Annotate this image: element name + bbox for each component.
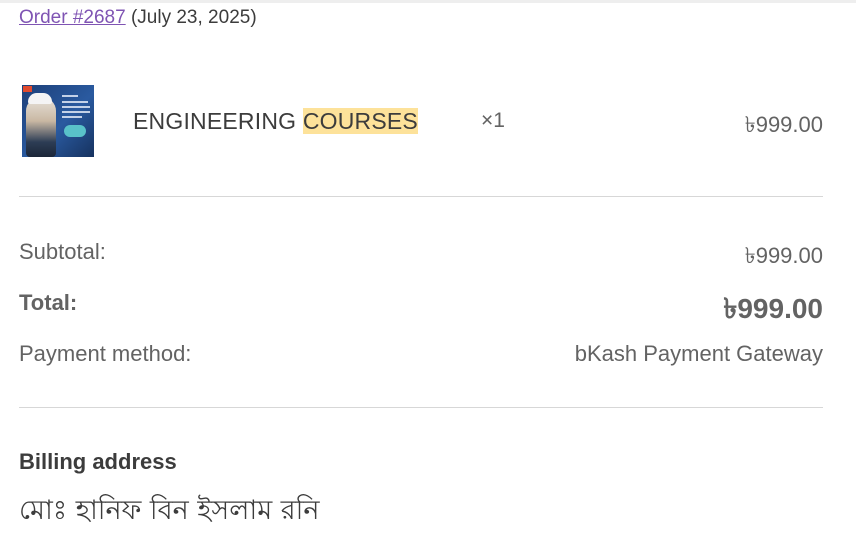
hard-hat-icon	[28, 93, 52, 104]
divider	[19, 196, 823, 197]
product-name-highlight: COURSES	[302, 108, 418, 134]
billing-name: মোঃ হানিফ বিন ইসলাম রনি	[19, 495, 320, 526]
thumb-text-line	[62, 95, 78, 97]
top-border	[0, 0, 856, 3]
product-name: ENGINEERING COURSES	[133, 108, 418, 135]
order-number-link[interactable]: Order #2687	[19, 7, 126, 28]
thumb-text-line	[62, 106, 90, 108]
order-header: Order #2687 (July 23, 2025)	[19, 7, 257, 29]
divider	[19, 407, 823, 408]
logo-icon	[23, 86, 32, 92]
item-quantity: ×1	[481, 109, 505, 132]
total-label: Total:	[19, 290, 78, 315]
total-value: ৳999.00	[723, 293, 823, 324]
product-name-text: ENGINEERING	[133, 108, 297, 134]
order-date: (July 23, 2025)	[130, 7, 257, 28]
payment-method-value: bKash Payment Gateway	[574, 341, 823, 366]
payment-method-label: Payment method:	[19, 341, 192, 366]
product-thumbnail[interactable]	[22, 85, 94, 157]
thumb-badge-pill	[64, 125, 86, 137]
subtotal-value: ৳999.00	[744, 243, 823, 268]
order-item-row: ENGINEERING COURSES ×1 ৳999.00	[19, 80, 823, 162]
subtotal-label: Subtotal:	[19, 239, 106, 264]
thumb-text-line	[62, 101, 88, 103]
billing-address-title: Billing address	[19, 449, 177, 474]
thumb-text-line	[62, 111, 90, 113]
item-price: ৳999.00	[744, 112, 823, 137]
engineer-image	[26, 97, 56, 157]
thumb-text-line	[62, 116, 82, 118]
